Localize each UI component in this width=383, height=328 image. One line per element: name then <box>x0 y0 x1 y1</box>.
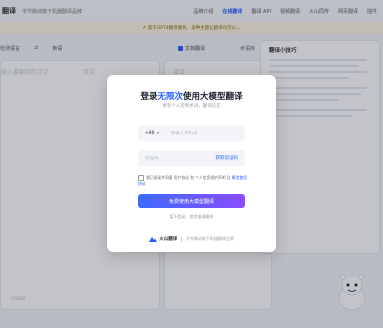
skip-login-link[interactable]: 暂不登录，使用普通翻译 <box>107 214 276 220</box>
country-code-label: +86 <box>145 130 155 136</box>
footer-divider <box>181 236 182 242</box>
footer-logo: 火山翻译 <box>149 236 177 242</box>
mountain-logo-icon <box>149 237 158 242</box>
verification-code-input[interactable] <box>145 155 205 161</box>
footer-text: 字节跳动旗下机器翻译品牌 <box>185 236 234 241</box>
login-modal: 登录无限次使用大模型翻译 更有个人定制术语，翻译历史 +86 获取验证码 我已阅… <box>107 75 276 252</box>
free-use-button[interactable]: 免费使用大模型翻译 <box>138 194 245 208</box>
agreement-text: 我已阅读并同意 用户协议 和 个人信息保护声明 及 <box>146 175 232 180</box>
headline-prefix: 登录 <box>140 92 158 102</box>
modal-footer: 火山翻译 字节跳动旗下机器翻译品牌 <box>107 236 276 242</box>
phone-input[interactable] <box>170 130 241 136</box>
agreement-row: 我已阅读并同意 用户协议 和 个人信息保护声明 及 模型使用协议 <box>138 175 250 187</box>
country-code-select[interactable]: +86 <box>145 131 159 136</box>
chevron-down-icon <box>156 132 159 134</box>
headline-highlight: 无限次 <box>157 92 183 102</box>
headline-suffix: 使用大模型翻译 <box>183 92 243 102</box>
modal-headline: 登录无限次使用大模型翻译 <box>107 90 276 102</box>
verification-field: 获取验证码 <box>138 150 245 166</box>
get-code-button[interactable]: 获取验证码 <box>216 155 239 161</box>
modal-subtitle: 更有个人定制术语，翻译历史 <box>162 104 221 109</box>
phone-field: +86 <box>138 125 245 141</box>
footer-logo-text: 火山翻译 <box>159 237 178 242</box>
